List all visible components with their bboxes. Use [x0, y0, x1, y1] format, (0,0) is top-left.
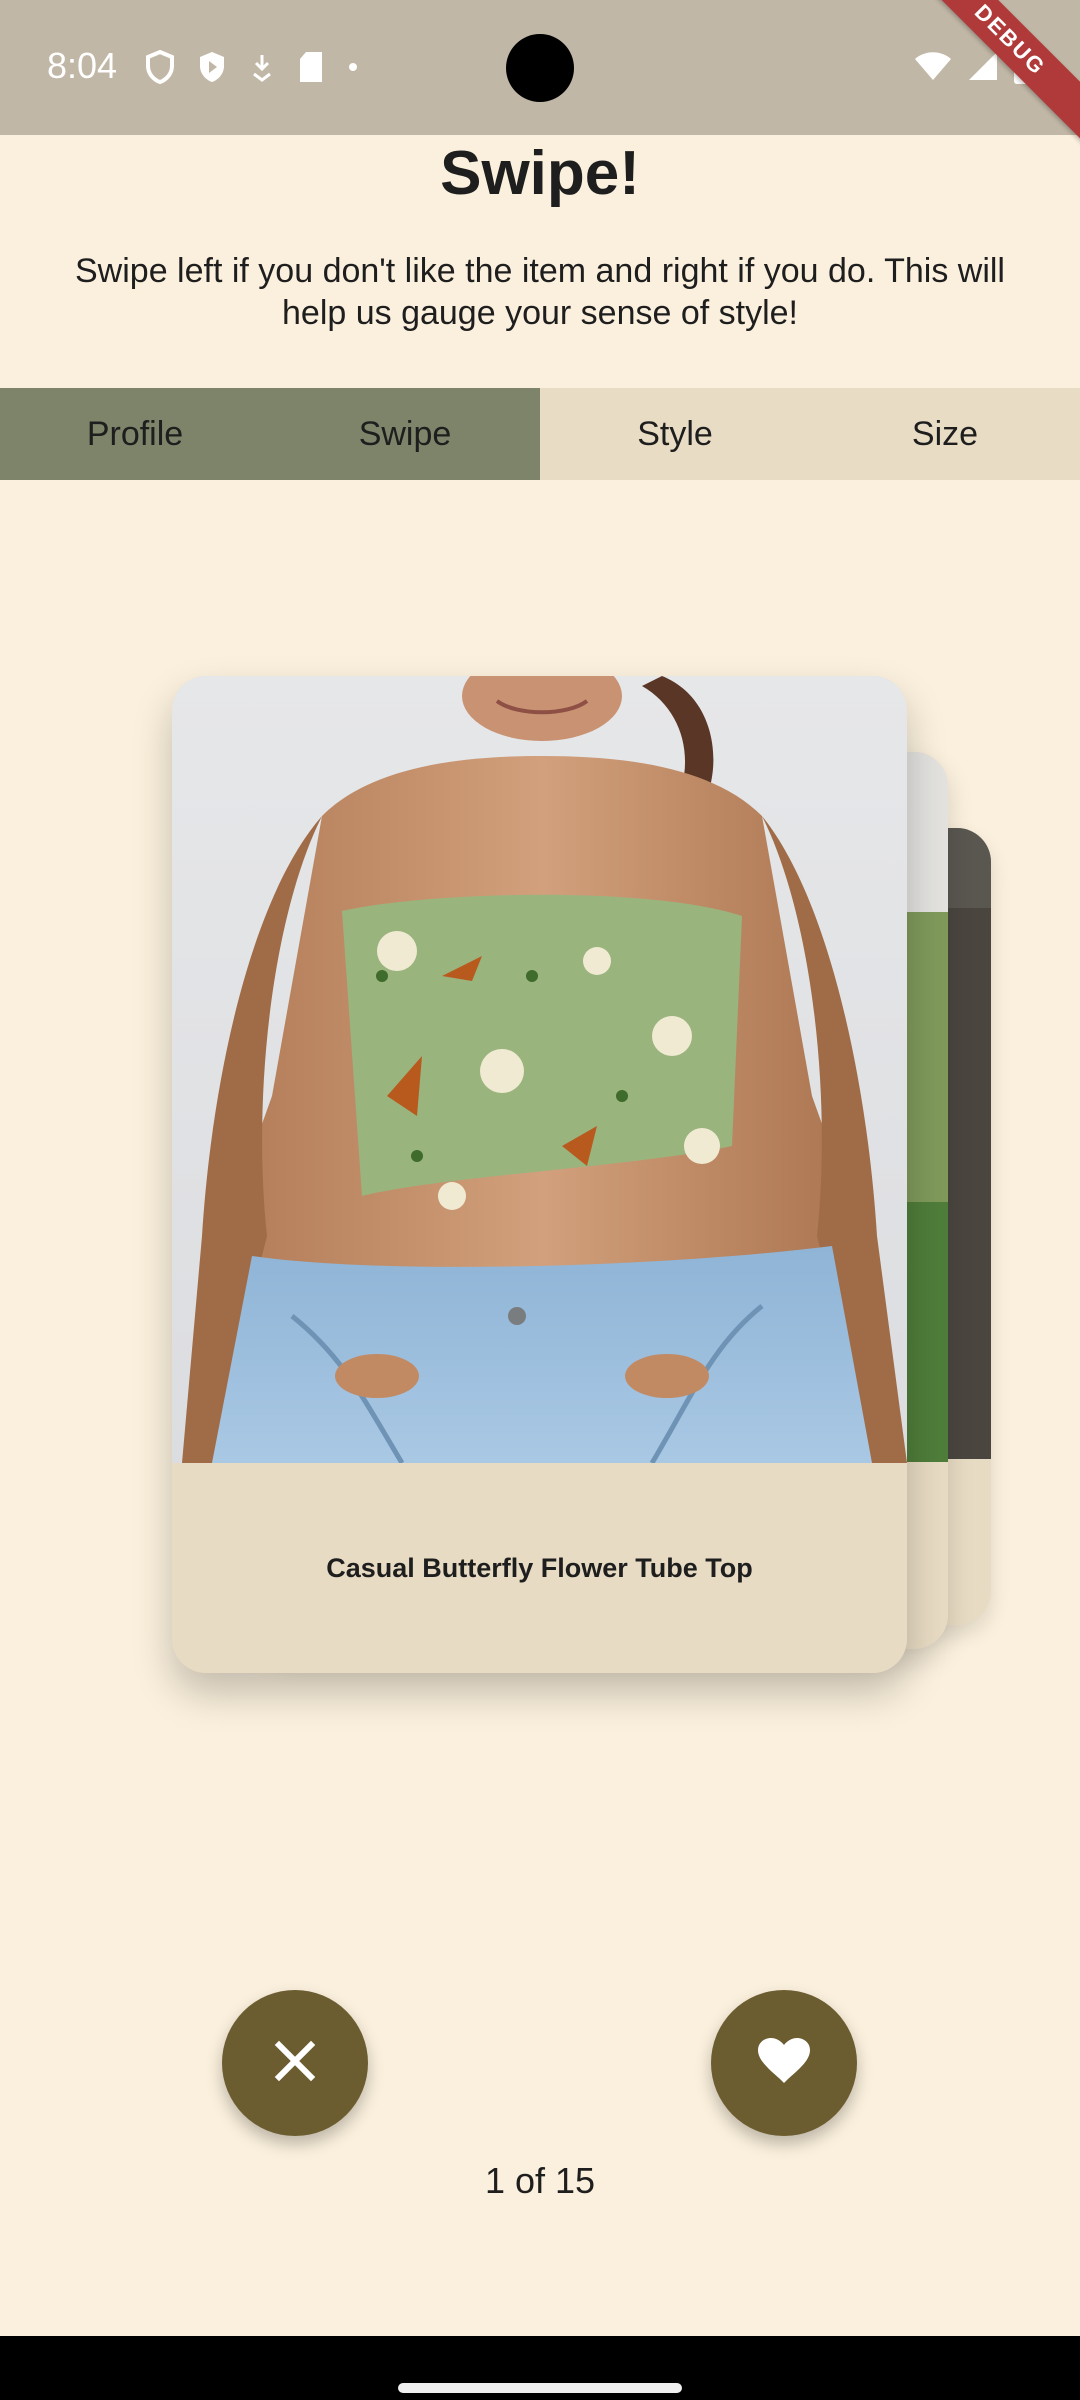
play-protect-icon	[197, 50, 227, 84]
wifi-icon	[913, 50, 953, 87]
tab-size[interactable]: Size	[810, 388, 1080, 480]
item-card[interactable]: Casual Butterfly Flower Tube Top	[172, 676, 907, 1673]
progress-counter: 1 of 15	[484, 2160, 596, 2201]
dot-icon	[347, 61, 359, 73]
tab-profile[interactable]: Profile	[0, 388, 270, 480]
sd-card-icon	[297, 51, 325, 83]
camera-cutout	[506, 34, 574, 102]
page-title: Swipe!	[440, 139, 640, 208]
signal-icon	[967, 50, 999, 87]
heart-icon	[757, 2037, 811, 2090]
tab-swipe[interactable]: Swipe	[270, 388, 540, 480]
close-icon	[273, 2039, 317, 2088]
status-time: 8:04	[47, 45, 118, 86]
tab-style[interactable]: Style	[540, 388, 810, 480]
page-subtitle: Swipe left if you don't like the item an…	[75, 252, 1005, 332]
status-icons-left	[145, 50, 359, 84]
home-indicator[interactable]	[398, 2383, 682, 2393]
like-button[interactable]	[711, 1990, 857, 2136]
shield-icon	[145, 50, 175, 84]
download-icon	[249, 52, 275, 82]
status-bar: 8:04	[0, 0, 1080, 135]
dislike-button[interactable]	[222, 1990, 368, 2136]
item-title: Casual Butterfly Flower Tube Top	[326, 1552, 753, 1583]
item-photo	[172, 676, 907, 1463]
tab-bar: Profile Swipe Style Size	[0, 388, 1080, 480]
